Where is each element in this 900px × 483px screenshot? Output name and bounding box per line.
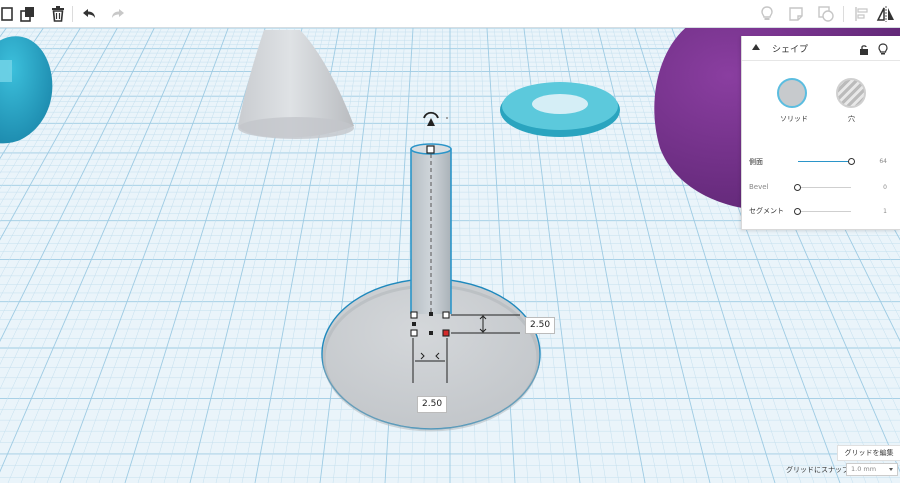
pillar-shape[interactable] bbox=[410, 143, 452, 316]
collapse-icon[interactable] bbox=[752, 44, 760, 50]
snap-grid-value: 1.0 mm bbox=[851, 465, 877, 473]
teal-shape[interactable] bbox=[0, 36, 53, 144]
bevel-slider-track[interactable] bbox=[798, 187, 851, 188]
toolbar-separator bbox=[72, 6, 73, 22]
solid-label: ソリッド bbox=[780, 115, 808, 123]
light-icon[interactable] bbox=[755, 3, 779, 25]
hole-button[interactable] bbox=[836, 78, 866, 108]
bevel-label: Bevel bbox=[749, 183, 769, 191]
segments-value: 1 bbox=[883, 208, 887, 215]
panel-header: シェイプ bbox=[742, 36, 900, 61]
snap-grid-label: グリッドにスナップ bbox=[786, 466, 849, 474]
height-handle[interactable] bbox=[426, 145, 435, 154]
redo-icon[interactable] bbox=[106, 3, 130, 25]
undo-icon[interactable] bbox=[77, 3, 101, 25]
sides-value: 64 bbox=[879, 158, 887, 165]
segments-slider-track[interactable] bbox=[798, 211, 851, 212]
bevel-slider-knob[interactable] bbox=[794, 184, 801, 191]
panel-title: シェイプ bbox=[772, 45, 809, 55]
torus-shape[interactable] bbox=[500, 82, 620, 137]
rotate-handle[interactable] bbox=[423, 111, 448, 126]
top-toolbar bbox=[0, 0, 900, 28]
toolbar-separator bbox=[843, 6, 844, 22]
teal-box-edge bbox=[0, 60, 12, 82]
snap-grid-select[interactable]: 1.0 mm bbox=[846, 463, 898, 476]
sides-slider-track[interactable] bbox=[798, 161, 851, 162]
segments-slider-knob[interactable] bbox=[794, 208, 801, 215]
chevron-down-icon bbox=[889, 468, 893, 471]
bevel-value: 0 bbox=[883, 184, 887, 191]
lock-icon[interactable] bbox=[858, 41, 870, 60]
shape-inspector-panel: シェイプ ソリッド 穴 側面 64 Bevel 0 セグメント 1 bbox=[741, 36, 900, 230]
width-dimension-label[interactable]: 2.50 bbox=[417, 396, 448, 413]
align-icon[interactable] bbox=[850, 3, 874, 25]
duplicate-icon[interactable] bbox=[16, 3, 40, 25]
cone-base bbox=[238, 117, 354, 139]
edit-grid-button[interactable]: グリッドを編集 bbox=[837, 445, 900, 461]
group-icon[interactable] bbox=[814, 3, 838, 25]
mirror-icon[interactable] bbox=[874, 3, 898, 25]
hole-label: 穴 bbox=[848, 115, 855, 123]
height-dimension-label[interactable]: 2.50 bbox=[525, 317, 556, 334]
segments-label: セグメント bbox=[749, 207, 784, 215]
light-bulb-icon[interactable] bbox=[877, 41, 889, 60]
delete-icon[interactable] bbox=[46, 3, 70, 25]
note-icon[interactable] bbox=[784, 3, 808, 25]
sides-slider-knob[interactable] bbox=[848, 158, 855, 165]
solid-button[interactable] bbox=[777, 78, 807, 108]
sides-label: 側面 bbox=[749, 158, 763, 166]
